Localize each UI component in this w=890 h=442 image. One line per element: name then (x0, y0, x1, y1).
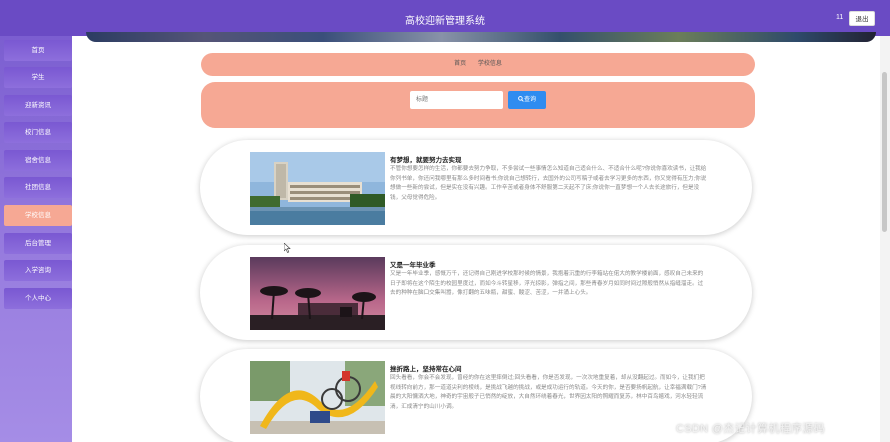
title-search-input[interactable] (410, 91, 503, 109)
article-thumbnail[interactable] (250, 257, 385, 330)
scrollbar-thumb[interactable] (882, 72, 887, 232)
article-thumbnail[interactable] (250, 152, 385, 225)
sidebar-item-dorm-info[interactable]: 宿舍信息 (4, 150, 72, 171)
campus-building-image (250, 152, 385, 225)
search-button-label: 查询 (523, 97, 536, 103)
sidebar-item-enrollment-consult[interactable]: 入学咨询 (4, 260, 72, 281)
sidebar-item-home[interactable]: 首页 (4, 40, 72, 61)
article-title[interactable]: 挫折路上，坚持常在心间 (390, 363, 462, 373)
sidebar-item-profile[interactable]: 个人中心 (4, 288, 72, 309)
sculpture-image (250, 361, 385, 434)
article-title[interactable]: 有梦想，就要努力去实现 (390, 154, 462, 164)
palm-tree-campus-image (250, 257, 385, 330)
article-description: 不管你想要怎样的生活，你都要去努力争取，不多尝试一些事情怎么知道自己适合什么、不… (390, 166, 707, 201)
sidebar-item-admin[interactable]: 后台管理 (4, 233, 72, 254)
sidebar-item-club-info[interactable]: 社团信息 (4, 177, 72, 198)
sidebar-item-school-info[interactable]: 学校信息 (4, 205, 72, 226)
sidebar-item-gate-info[interactable]: 校门信息 (4, 122, 72, 143)
breadcrumb: 首页 学校信息 (201, 53, 755, 76)
article-card[interactable]: 挫折路上，坚持常在心间 回头看看，你会不会发现，曾经的你在这里摔倒过;回头看看，… (200, 349, 752, 442)
app-title: 高校迎新管理系统 (405, 16, 485, 27)
sidebar-item-news[interactable]: 迎新资讯 (4, 95, 72, 116)
breadcrumb-current: 学校信息 (477, 61, 502, 67)
watermark: CSDN @杰记计算机程序源码 (676, 423, 825, 435)
article-thumbnail[interactable] (250, 361, 385, 434)
mouse-cursor-icon (284, 243, 291, 253)
article-card[interactable]: 有梦想，就要努力去实现 不管你想要怎样的生活，你都要去努力争取，不多尝试一些事情… (200, 140, 752, 235)
search-panel: 查询 (201, 82, 755, 128)
breadcrumb-home[interactable]: 首页 (454, 61, 466, 67)
article-description: 又是一年毕业季，感慨万千，还记得自己刚进学校那时候的情景，我抱着沉重的行李箱站在… (390, 271, 704, 296)
sidebar-item-students[interactable]: 学生 (4, 67, 72, 88)
search-button[interactable]: 查询 (508, 91, 546, 109)
top-bar: 高校迎新管理系统 11 退出 (0, 0, 890, 36)
logout-button[interactable]: 退出 (849, 11, 875, 26)
banner-image (86, 32, 876, 42)
username: 11 (836, 14, 844, 21)
article-title[interactable]: 又是一年毕业季 (390, 259, 436, 269)
article-card[interactable]: 又是一年毕业季 又是一年毕业季，感慨万千，还记得自己刚进学校那时候的情景，我抱着… (200, 245, 752, 340)
article-description: 回头看看，你会不会发现，曾经的你在这里摔倒过;回头看看，你是否发现，一次次地重复… (390, 375, 707, 410)
